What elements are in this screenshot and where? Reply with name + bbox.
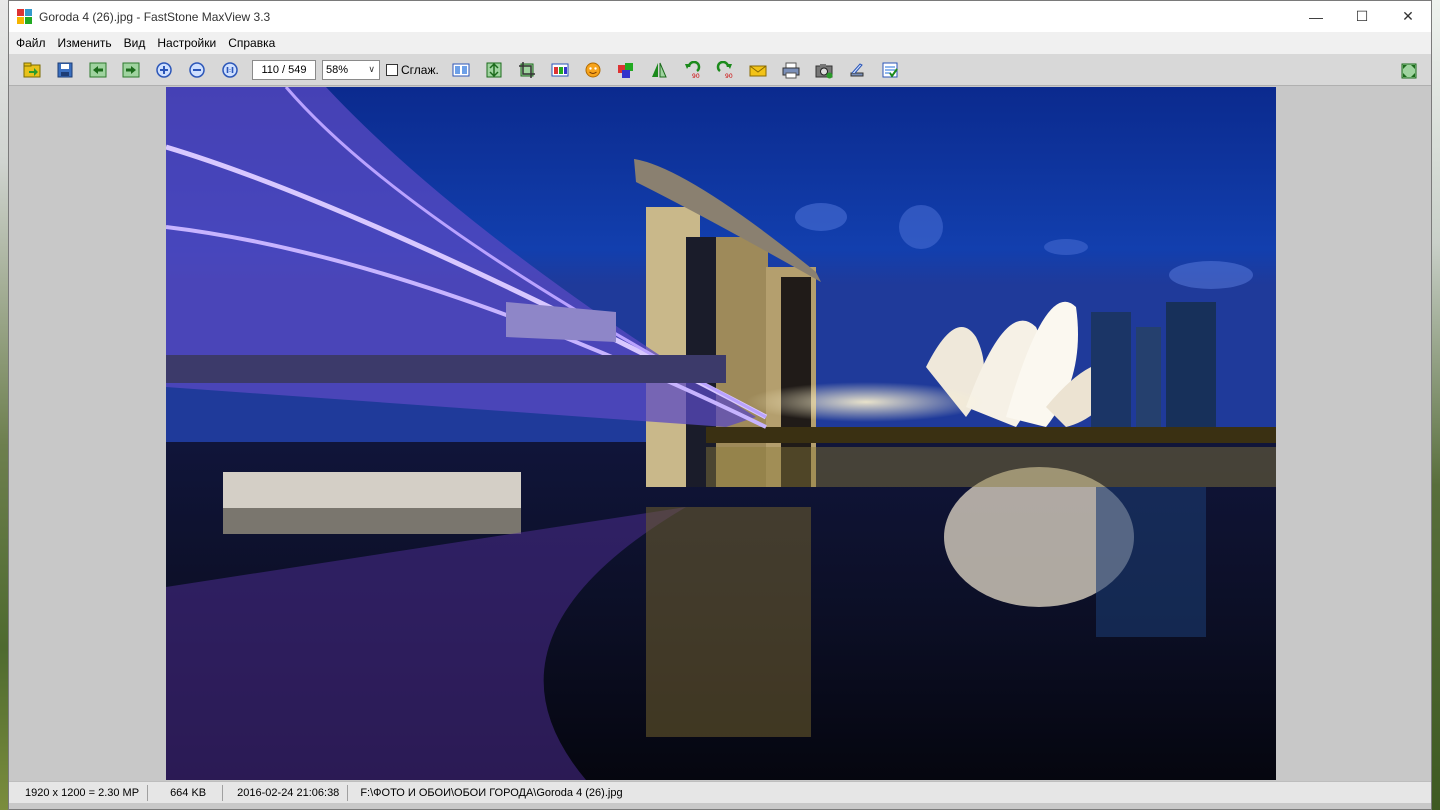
flip-icon <box>652 62 668 78</box>
status-file-path: F:\ФОТО И ОБОИ\ОБОИ ГОРОДА\Goroda 4 (26)… <box>360 786 623 799</box>
minimize-button[interactable]: — <box>1293 1 1339 32</box>
resize-icon <box>486 62 502 78</box>
save-button[interactable] <box>48 57 81 83</box>
svg-text:90: 90 <box>725 73 733 79</box>
image-canvas[interactable] <box>9 87 1431 780</box>
next-button[interactable] <box>114 57 147 83</box>
rotate-left-icon: 90 <box>685 61 701 79</box>
menu-edit[interactable]: Изменить <box>52 32 118 55</box>
zoom-dropdown[interactable]: 58% ∨ <box>322 60 380 80</box>
smooth-checkbox[interactable] <box>386 64 398 76</box>
chevron-down-icon: ∨ <box>368 64 375 74</box>
app-logo-icon <box>17 8 33 25</box>
email-button[interactable] <box>742 57 775 83</box>
fullscreen-button[interactable] <box>1392 58 1425 84</box>
settings-button[interactable] <box>874 57 907 83</box>
close-button[interactable]: ✕ <box>1385 1 1431 32</box>
print-icon <box>782 62 800 79</box>
toolbar: 110 / 549 58% ∨ Сглаж. 90 90 <box>9 55 1431 86</box>
zoom-value: 58% <box>326 64 349 76</box>
slideshow-icon <box>452 63 470 77</box>
desktop-background-right <box>1432 0 1440 810</box>
smooth-label: Сглаж. <box>401 63 439 77</box>
color-adjust-button[interactable] <box>544 57 577 83</box>
status-date: 2016-02-24 21:06:38 <box>223 784 349 801</box>
zoom-in-button[interactable] <box>147 57 180 83</box>
actual-size-button[interactable] <box>213 57 246 83</box>
scanner-icon <box>850 63 864 77</box>
displayed-photo[interactable] <box>166 87 1276 780</box>
page-counter-field[interactable]: 110 / 549 <box>252 60 316 80</box>
effects-icon <box>618 63 634 78</box>
save-icon <box>57 62 72 78</box>
crop-button[interactable] <box>511 57 544 83</box>
menu-view[interactable]: Вид <box>118 32 152 55</box>
settings-icon <box>882 62 899 78</box>
email-icon <box>749 65 767 77</box>
window-title: Goroda 4 (26).jpg - FastStone MaxView 3.… <box>39 9 271 24</box>
print-button[interactable] <box>775 57 808 83</box>
rotate-right-icon: 90 <box>717 61 733 79</box>
menu-bar: Файл Изменить Вид Настройки Справка <box>9 32 1431 55</box>
maximize-button[interactable]: ☐ <box>1339 1 1385 32</box>
menu-help[interactable]: Справка <box>222 32 281 55</box>
zoom-in-icon <box>155 62 172 78</box>
previous-icon <box>89 62 106 78</box>
capture-button[interactable] <box>808 57 841 83</box>
slideshow-button[interactable] <box>445 57 478 83</box>
red-eye-icon <box>585 62 601 78</box>
resize-button[interactable] <box>478 57 511 83</box>
fullscreen-icon <box>1401 63 1416 79</box>
status-dimensions: 1920 x 1200 = 2.30 MP <box>9 784 149 801</box>
title-bar[interactable]: Goroda 4 (26).jpg - FastStone MaxView 3.… <box>9 1 1431 32</box>
rotate-left-button[interactable]: 90 <box>676 57 709 83</box>
app-window: Goroda 4 (26).jpg - FastStone MaxView 3.… <box>8 0 1432 810</box>
status-bar: 1920 x 1200 = 2.30 MP 664 KB 2016-02-24 … <box>9 781 1431 803</box>
color-adjust-icon <box>551 63 569 77</box>
flip-button[interactable] <box>643 57 676 83</box>
actual-size-icon <box>221 62 238 78</box>
menu-file[interactable]: Файл <box>10 32 52 55</box>
marina-bay-night-photo <box>166 87 1276 780</box>
next-icon <box>122 62 139 78</box>
rotate-right-button[interactable]: 90 <box>709 57 742 83</box>
open-button[interactable] <box>15 57 48 83</box>
desktop-background-left <box>0 0 8 810</box>
smooth-toggle[interactable]: Сглаж. <box>386 63 439 77</box>
crop-icon <box>519 62 536 78</box>
effects-button[interactable] <box>610 57 643 83</box>
open-folder-icon <box>23 62 40 78</box>
scanner-button[interactable] <box>841 57 874 83</box>
zoom-out-button[interactable] <box>180 57 213 83</box>
svg-text:90: 90 <box>692 73 700 79</box>
zoom-out-icon <box>188 62 205 78</box>
previous-button[interactable] <box>81 57 114 83</box>
menu-settings[interactable]: Настройки <box>151 32 222 55</box>
camera-icon <box>815 64 833 79</box>
red-eye-button[interactable] <box>577 57 610 83</box>
status-file-size: 664 KB <box>148 784 224 801</box>
